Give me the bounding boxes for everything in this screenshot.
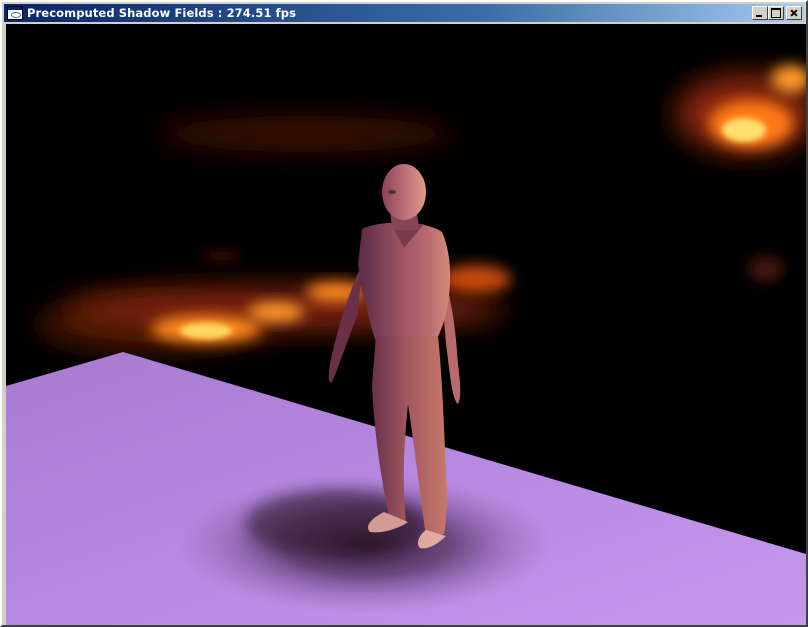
render-viewport[interactable] [6, 24, 806, 625]
window-title: Precomputed Shadow Fields : 274.51 fps [27, 6, 297, 20]
app-icon[interactable] [7, 6, 23, 20]
rendered-scene [6, 24, 806, 625]
close-icon[interactable] [786, 6, 802, 20]
app-window: Precomputed Shadow Fields : 274.51 fps [0, 0, 808, 627]
window-controls [752, 6, 802, 20]
title-bar[interactable]: Precomputed Shadow Fields : 274.51 fps [4, 4, 804, 22]
minimize-icon[interactable] [752, 6, 768, 20]
maximize-icon[interactable] [768, 6, 784, 20]
